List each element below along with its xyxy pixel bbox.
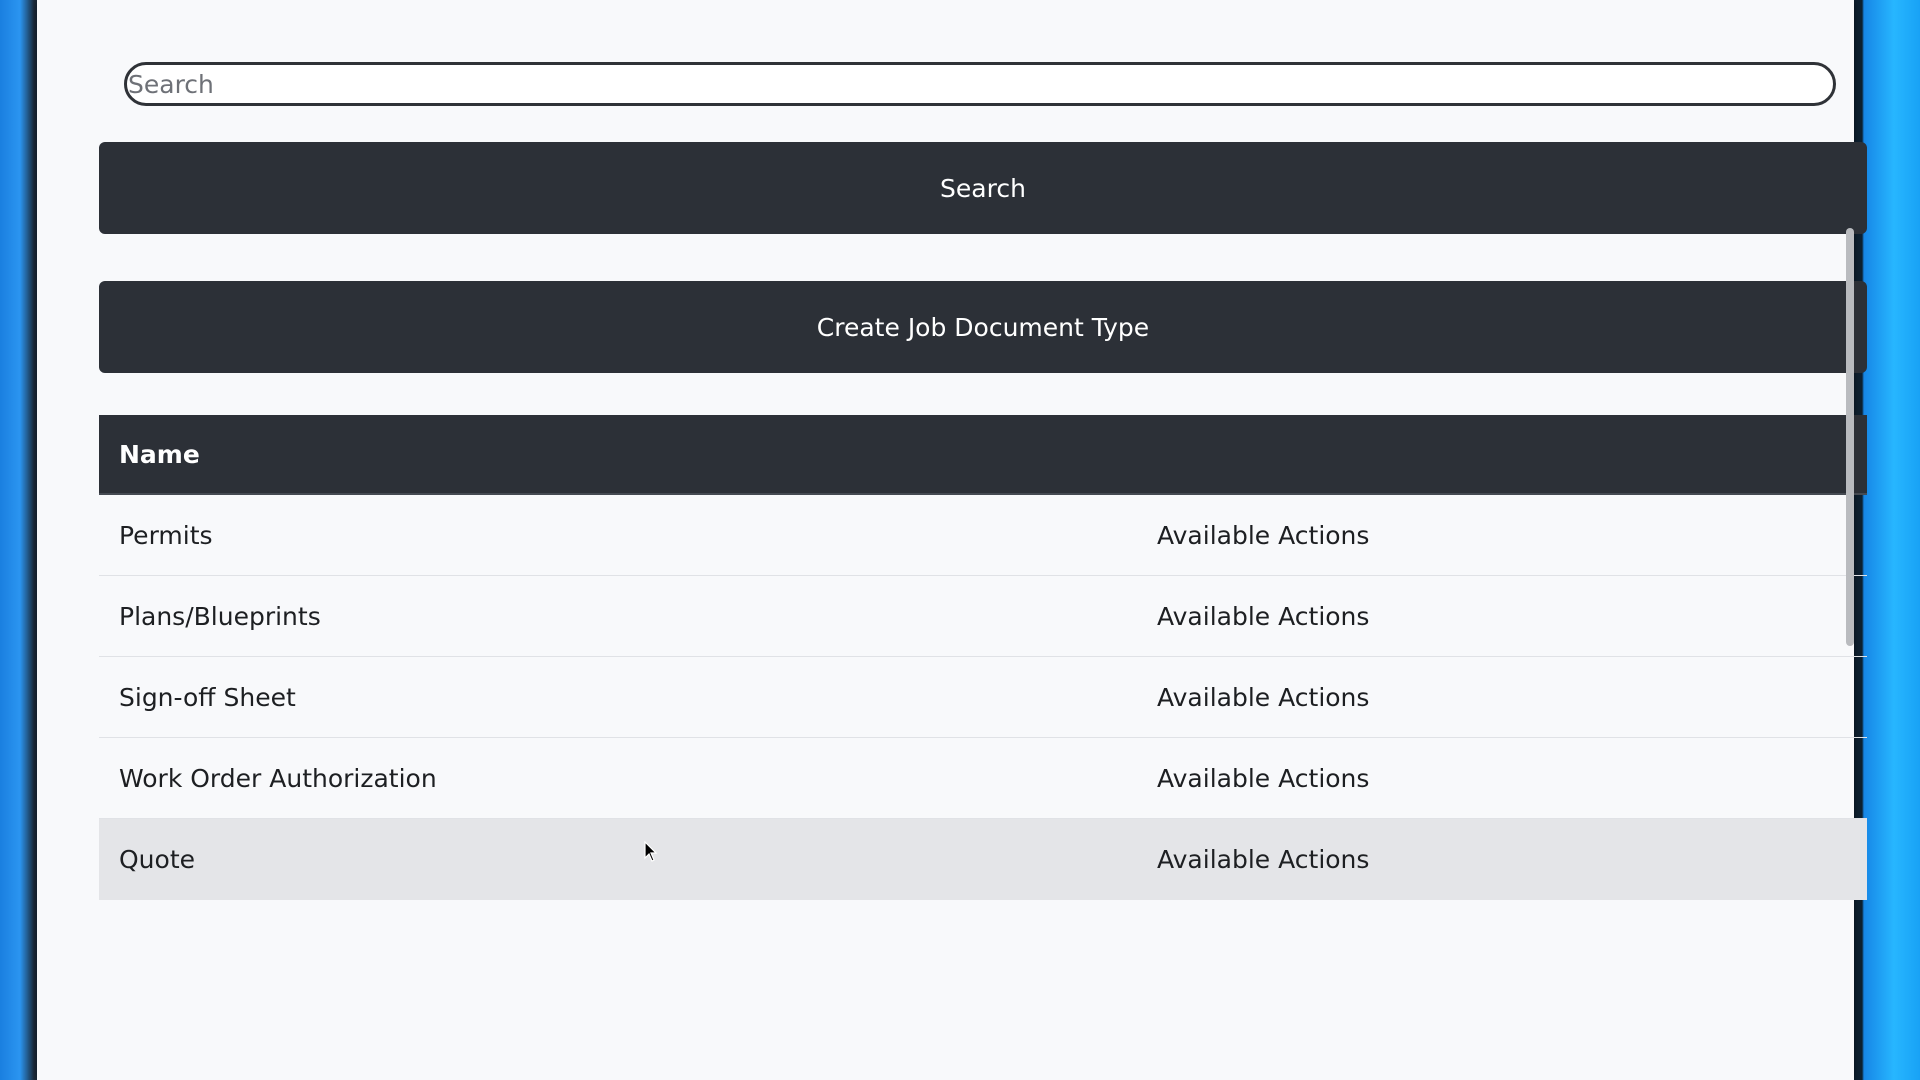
search-input[interactable] xyxy=(124,62,1836,106)
table-row[interactable]: Plans/Blueprints Available Actions xyxy=(99,576,1867,657)
table-row[interactable]: Sign-off Sheet Available Actions xyxy=(99,657,1867,738)
table-row[interactable]: Permits Available Actions xyxy=(99,495,1867,576)
column-header-name: Name xyxy=(119,439,200,469)
table-header: Name xyxy=(99,415,1867,495)
vertical-scrollbar[interactable] xyxy=(1846,228,1854,646)
row-name: Work Order Authorization xyxy=(119,763,437,793)
table-row[interactable]: Work Order Authorization Available Actio… xyxy=(99,738,1867,819)
available-actions-menu[interactable]: Available Actions xyxy=(1157,845,1369,874)
available-actions-menu[interactable]: Available Actions xyxy=(1157,521,1369,550)
row-name: Permits xyxy=(119,520,213,550)
create-job-document-type-button[interactable]: Create Job Document Type xyxy=(99,281,1867,373)
app-window: Search Create Job Document Type Name Per… xyxy=(37,0,1867,1080)
table-row[interactable]: Quote Available Actions xyxy=(99,819,1867,900)
available-actions-menu[interactable]: Available Actions xyxy=(1157,683,1369,712)
available-actions-menu[interactable]: Available Actions xyxy=(1157,602,1369,631)
row-name: Sign-off Sheet xyxy=(119,682,296,712)
row-name: Plans/Blueprints xyxy=(119,601,321,631)
search-button[interactable]: Search xyxy=(99,142,1867,234)
mouse-cursor-icon xyxy=(644,841,658,862)
available-actions-menu[interactable]: Available Actions xyxy=(1157,764,1369,793)
job-document-types-table: Name Permits Available Actions Plans/Blu… xyxy=(99,415,1867,900)
row-name: Quote xyxy=(119,845,196,874)
